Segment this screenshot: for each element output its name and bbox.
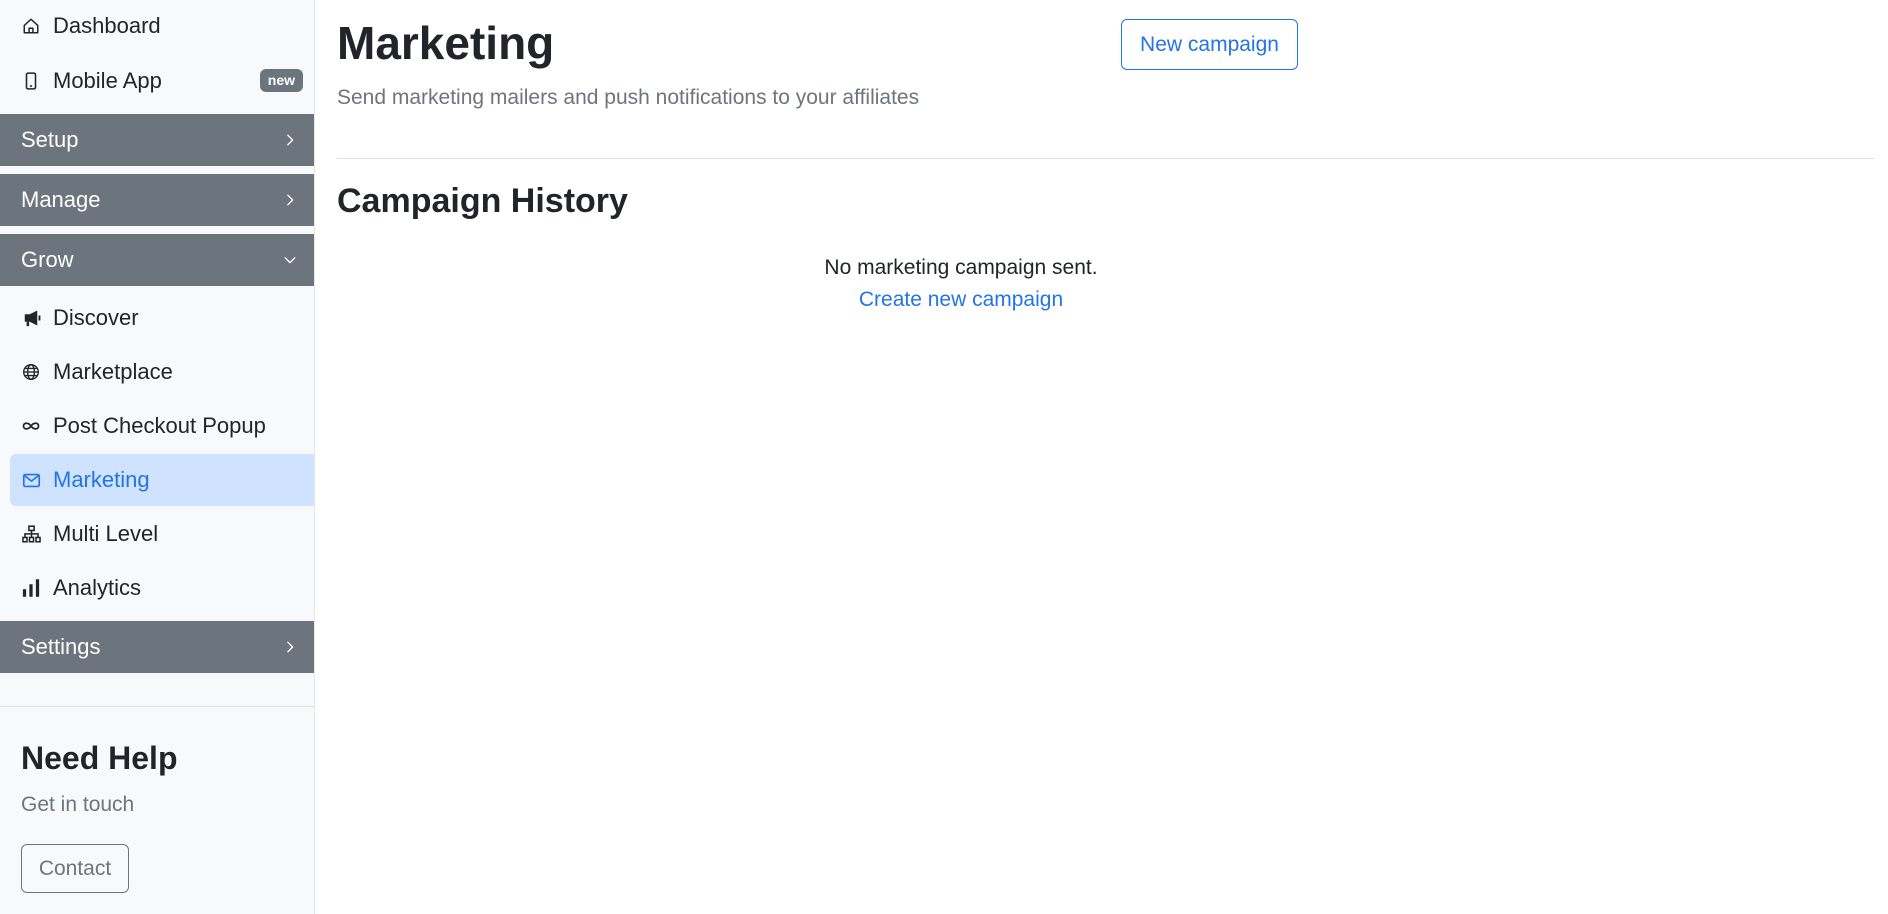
hierarchy-icon	[21, 524, 41, 544]
app-root: Dashboard Mobile App new Setup Manage Gr…	[0, 0, 1888, 914]
section-header-label: Setup	[21, 127, 79, 152]
campaign-history-title: Campaign History	[337, 182, 628, 220]
main-content: Marketing Send marketing mailers and pus…	[315, 0, 1888, 914]
sidebar-item-label: Marketplace	[53, 359, 173, 384]
create-new-campaign-link[interactable]: Create new campaign	[859, 288, 1063, 311]
sidebar: Dashboard Mobile App new Setup Manage Gr…	[0, 0, 315, 914]
globe-icon	[21, 362, 41, 382]
chevron-right-icon	[283, 193, 297, 207]
sidebar-item-label: Mobile App	[53, 68, 162, 93]
sidebar-item-label: Post Checkout Popup	[53, 413, 266, 438]
section-header-settings[interactable]: Settings	[0, 621, 314, 673]
new-badge: new	[259, 69, 303, 92]
envelope-icon	[21, 470, 41, 490]
infinity-icon	[21, 416, 41, 436]
new-campaign-button[interactable]: New campaign	[1121, 19, 1298, 70]
sidebar-item-marketplace[interactable]: Marketplace	[10, 346, 314, 398]
sidebar-item-multi-level[interactable]: Multi Level	[10, 508, 314, 560]
house-icon	[21, 16, 41, 36]
sidebar-item-label: Discover	[53, 305, 139, 330]
section-header-manage[interactable]: Manage	[0, 174, 314, 226]
sidebar-item-mobile-app[interactable]: Mobile App new	[10, 55, 314, 107]
sidebar-item-label: Marketing	[53, 467, 150, 492]
sidebar-divider	[0, 706, 314, 707]
chevron-right-icon	[283, 133, 297, 147]
chevron-right-icon	[283, 640, 297, 654]
section-header-setup[interactable]: Setup	[0, 114, 314, 166]
contact-button[interactable]: Contact	[21, 844, 129, 893]
page-subtitle: Send marketing mailers and push notifica…	[337, 86, 920, 109]
chevron-down-icon	[283, 253, 297, 267]
help-title: Need Help	[21, 740, 178, 776]
bar-chart-icon	[21, 578, 41, 598]
sidebar-item-analytics[interactable]: Analytics	[10, 562, 314, 614]
mobile-phone-icon	[21, 71, 41, 91]
empty-state-link-row: Create new campaign	[337, 288, 1585, 312]
help-subtitle: Get in touch	[21, 793, 135, 816]
section-header-label: Grow	[21, 247, 74, 272]
section-header-label: Settings	[21, 634, 101, 659]
sidebar-item-marketing[interactable]: Marketing	[10, 454, 314, 506]
empty-state-text: No marketing campaign sent.	[824, 256, 1098, 279]
sidebar-item-label: Dashboard	[53, 13, 161, 38]
main-divider	[337, 158, 1874, 159]
section-header-label: Manage	[21, 187, 101, 212]
sidebar-item-post-checkout-popup[interactable]: Post Checkout Popup	[10, 400, 314, 452]
sidebar-item-label: Multi Level	[53, 521, 159, 546]
page-title: Marketing	[337, 17, 555, 69]
sidebar-item-discover[interactable]: Discover	[10, 292, 314, 344]
megaphone-icon	[21, 308, 41, 328]
section-header-grow[interactable]: Grow	[0, 234, 314, 286]
sidebar-item-label: Analytics	[53, 575, 142, 600]
sidebar-item-dashboard[interactable]: Dashboard	[10, 0, 314, 52]
